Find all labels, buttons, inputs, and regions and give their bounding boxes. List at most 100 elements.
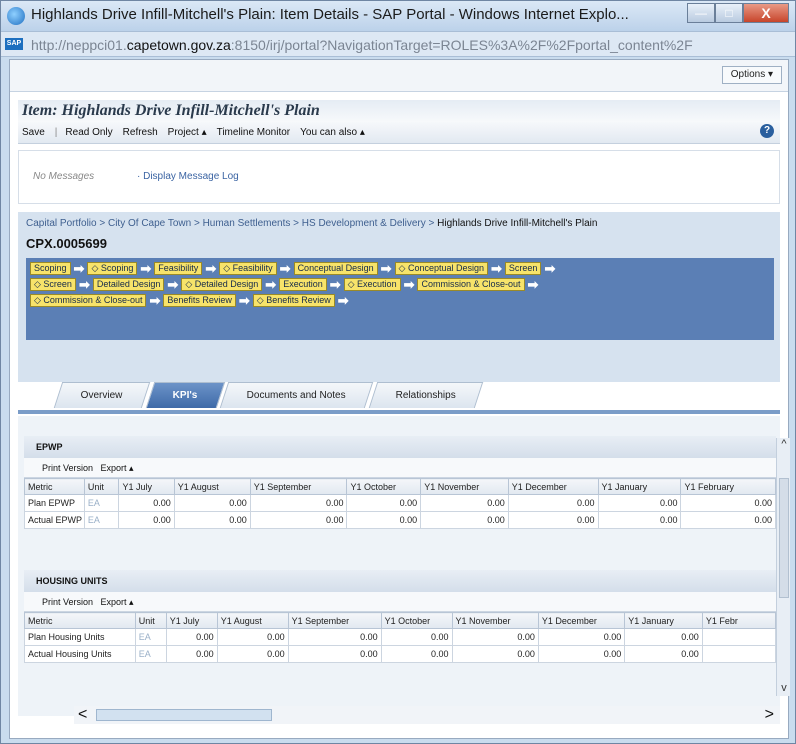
column-header[interactable]: Y1 December <box>507 478 599 495</box>
column-header[interactable]: Y1 Febr <box>701 612 777 629</box>
you-can-also-menu[interactable]: You can also ▴ <box>300 127 365 138</box>
project-menu[interactable]: Project ▴ <box>168 127 207 138</box>
column-header[interactable]: Y1 September <box>287 612 382 629</box>
phase-arrow-icon: ➡ <box>205 261 217 276</box>
column-header[interactable]: Y1 January <box>597 478 682 495</box>
table-cell[interactable]: 0.00 <box>380 645 453 663</box>
table-cell[interactable] <box>701 628 777 646</box>
save-button[interactable]: Save <box>22 127 45 138</box>
housing-print-version-button[interactable]: Print Version <box>42 597 93 607</box>
phase-step[interactable]: Commission & Close-out <box>417 278 525 291</box>
table-cell[interactable]: 0.00 <box>346 511 422 529</box>
column-header[interactable]: Unit <box>83 478 120 495</box>
column-header[interactable]: Y1 February <box>680 478 776 495</box>
table-cell[interactable]: 0.00 <box>287 645 382 663</box>
scroll-left-icon[interactable]: < <box>78 706 87 724</box>
table-cell[interactable]: 0.00 <box>249 494 348 512</box>
table-cell[interactable]: 0.00 <box>624 628 703 646</box>
column-header[interactable]: Y1 November <box>420 478 509 495</box>
table-cell[interactable]: 0.00 <box>118 511 175 529</box>
tab-documents-and-notes[interactable]: Documents and Notes <box>220 382 374 408</box>
timeline-monitor-button[interactable]: Timeline Monitor <box>217 127 291 138</box>
phase-step[interactable]: ◇ Commission & Close-out <box>30 294 147 307</box>
table-cell[interactable]: 0.00 <box>451 628 539 646</box>
column-header[interactable]: Y1 September <box>249 478 348 495</box>
phase-step[interactable]: Conceptual Design <box>293 262 378 275</box>
table-cell[interactable]: 0.00 <box>249 511 348 529</box>
table-cell[interactable]: 0.00 <box>597 494 682 512</box>
phase-step[interactable]: Feasibility <box>154 262 203 275</box>
url-text[interactable]: http://neppci01.capetown.gov.za:8150/irj… <box>31 37 791 53</box>
column-header[interactable]: Y1 August <box>216 612 289 629</box>
horizontal-scroll-thumb[interactable] <box>96 709 272 721</box>
table-cell[interactable]: 0.00 <box>680 511 776 529</box>
column-header[interactable]: Y1 October <box>380 612 453 629</box>
table-cell[interactable]: 0.00 <box>680 494 776 512</box>
housing-export-menu[interactable]: Export ▴ <box>101 597 134 607</box>
tab-kpis[interactable]: KPI's <box>145 382 225 408</box>
phase-step[interactable]: ◇ Detailed Design <box>181 278 263 291</box>
phase-step[interactable]: ◇ Benefits Review <box>252 294 335 307</box>
close-button[interactable]: X <box>743 3 789 23</box>
table-cell[interactable]: 0.00 <box>216 628 289 646</box>
table-cell[interactable]: 0.00 <box>624 645 703 663</box>
phase-step[interactable]: Benefits Review <box>163 294 236 307</box>
epwp-export-menu[interactable]: Export ▴ <box>101 463 134 473</box>
table-cell[interactable]: 0.00 <box>216 645 289 663</box>
table-cell[interactable]: 0.00 <box>287 628 382 646</box>
table-cell[interactable]: 0.00 <box>420 511 509 529</box>
vertical-scrollbar[interactable]: ^ v <box>776 438 790 696</box>
minimize-button[interactable]: — <box>687 3 715 23</box>
phase-step[interactable]: ◇ Scoping <box>87 262 138 275</box>
help-icon[interactable]: ? <box>760 124 774 138</box>
address-bar[interactable]: SAP http://neppci01.capetown.gov.za:8150… <box>1 31 795 57</box>
table-cell[interactable]: 0.00 <box>118 494 175 512</box>
column-header[interactable]: Y1 January <box>624 612 703 629</box>
column-header[interactable]: Y1 July <box>165 612 218 629</box>
column-header[interactable]: Unit <box>134 612 167 629</box>
table-cell[interactable]: 0.00 <box>165 628 218 646</box>
scroll-down-icon[interactable]: v <box>777 682 791 696</box>
phase-step[interactable]: Screen <box>504 262 542 275</box>
table-cell[interactable]: 0.00 <box>380 628 453 646</box>
column-header[interactable]: Y1 October <box>346 478 422 495</box>
table-cell[interactable]: 0.00 <box>597 511 682 529</box>
column-header[interactable]: Y1 November <box>451 612 539 629</box>
table-cell[interactable]: 0.00 <box>451 645 539 663</box>
table-cell[interactable]: 0.00 <box>420 494 509 512</box>
display-message-log-link[interactable]: · Display Message Log <box>137 171 239 182</box>
table-cell[interactable]: 0.00 <box>507 494 599 512</box>
column-header[interactable]: Metric <box>24 612 136 629</box>
table-cell[interactable]: 0.00 <box>173 511 251 529</box>
phase-step[interactable]: Execution <box>279 278 327 291</box>
table-cell[interactable]: 0.00 <box>165 645 218 663</box>
table-cell[interactable] <box>701 645 777 663</box>
options-button[interactable]: Options ▾ <box>721 66 782 84</box>
phase-step[interactable]: Detailed Design <box>92 278 165 291</box>
tab-overview[interactable]: Overview <box>53 382 150 408</box>
horizontal-scrollbar[interactable]: < > <box>74 706 780 724</box>
scroll-up-icon[interactable]: ^ <box>777 438 791 452</box>
column-header[interactable]: Metric <box>24 478 85 495</box>
table-cell[interactable]: 0.00 <box>507 511 599 529</box>
refresh-button[interactable]: Refresh <box>123 127 158 138</box>
maximize-button[interactable]: □ <box>715 3 743 23</box>
vertical-scroll-thumb[interactable] <box>779 478 789 598</box>
breadcrumb[interactable]: Capital Portfolio > City Of Cape Town > … <box>26 218 597 229</box>
read-only-button[interactable]: Read Only <box>65 127 112 138</box>
phase-step[interactable]: ◇ Feasibility <box>219 262 277 275</box>
column-header[interactable]: Y1 December <box>537 612 626 629</box>
phase-step[interactable]: ◇ Screen <box>30 278 76 291</box>
phase-step[interactable]: ◇ Execution <box>343 278 401 291</box>
table-cell[interactable]: 0.00 <box>537 645 626 663</box>
column-header[interactable]: Y1 July <box>118 478 175 495</box>
table-cell[interactable]: 0.00 <box>346 494 422 512</box>
phase-step[interactable]: ◇ Conceptual Design <box>394 262 489 275</box>
scroll-right-icon[interactable]: > <box>765 706 774 724</box>
tab-relationships[interactable]: Relationships <box>369 382 484 408</box>
table-cell[interactable]: 0.00 <box>537 628 626 646</box>
phase-step[interactable]: Scoping <box>30 262 71 275</box>
column-header[interactable]: Y1 August <box>173 478 251 495</box>
table-cell[interactable]: 0.00 <box>173 494 251 512</box>
epwp-print-version-button[interactable]: Print Version <box>42 463 93 473</box>
